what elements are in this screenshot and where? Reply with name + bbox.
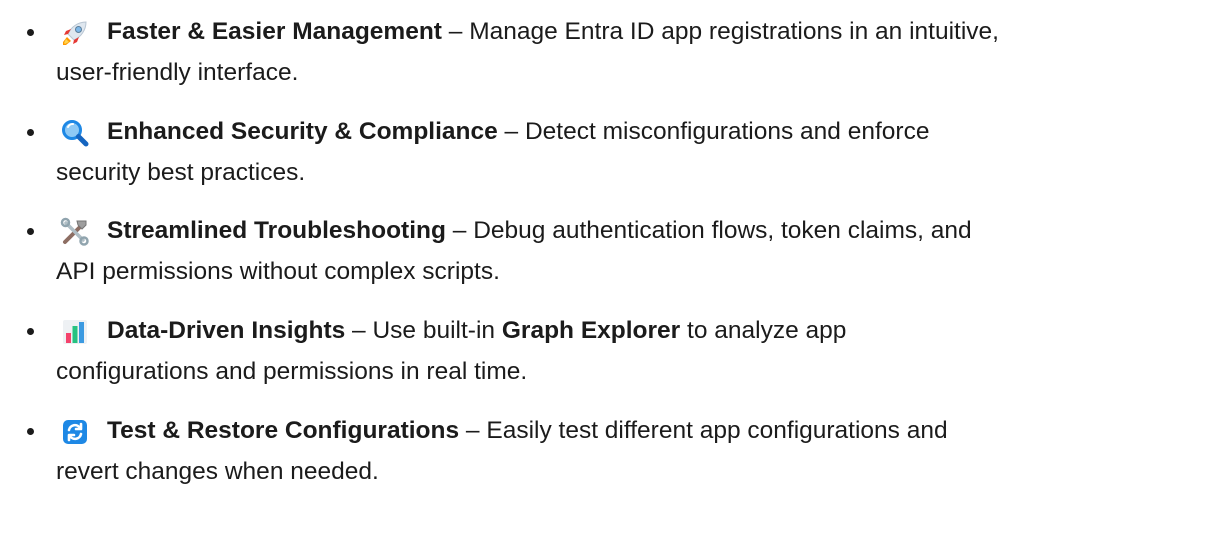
refresh-icon [63,420,87,444]
feature-line-1: Data-Driven Insights – Use built-in Grap… [107,316,846,346]
feature-description: – Use built-in [345,317,502,344]
feature-line-1: Test & Restore Configurations – Easily t… [107,416,948,446]
feature-item-restore: Test & Restore Configurations – Easily t… [0,399,1219,485]
feature-item-insights: Data-Driven Insights – Use built-in Grap… [0,299,1219,385]
feature-item-troubleshooting: Streamlined Troubleshooting – Debug auth… [0,199,1219,285]
bullet [27,328,34,335]
bullet [27,228,34,235]
feature-line-1: Enhanced Security & Compliance – Detect … [107,117,929,147]
feature-description: – Debug authentication flows, token clai… [445,217,972,244]
feature-title: Data-Driven Insights [107,317,346,344]
bullet [27,129,34,136]
bar-chart-icon [63,320,87,344]
feature-line-2: API permissions without complex scripts. [56,258,500,285]
feature-description: – Manage Entra ID app registrations in a… [441,18,999,45]
feature-title: Streamlined Troubleshooting [107,217,446,244]
magnifying-glass-icon [62,120,89,147]
tools-icon [60,217,89,246]
feature-line-2: user-friendly interface. [56,59,299,86]
bullet [27,29,34,36]
graph-explorer-label: Graph Explorer [501,317,681,344]
feature-description: – Easily test different app configuratio… [459,417,948,444]
feature-title: Faster & Easier Management [107,18,442,45]
feature-line-1: Streamlined Troubleshooting – Debug auth… [107,216,972,246]
feature-line-2: revert changes when needed. [56,458,379,485]
feature-title: Test & Restore Configurations [107,417,460,444]
feature-description: – Detect misconfigurations and enforce [497,118,930,145]
feature-item-security: Enhanced Security & Compliance – Detect … [0,100,1219,186]
feature-line-1: Faster & Easier Management – Manage Entr… [107,17,999,47]
feature-line-2: security best practices. [56,159,306,186]
feature-title: Enhanced Security & Compliance [107,118,498,145]
feature-description-end: to analyze app [680,317,847,344]
feature-item-management: Faster & Easier Management – Manage Entr… [0,0,1219,86]
bullet [27,428,34,435]
feature-line-2: configurations and permissions in real t… [56,358,528,385]
rocket-icon [63,21,87,45]
